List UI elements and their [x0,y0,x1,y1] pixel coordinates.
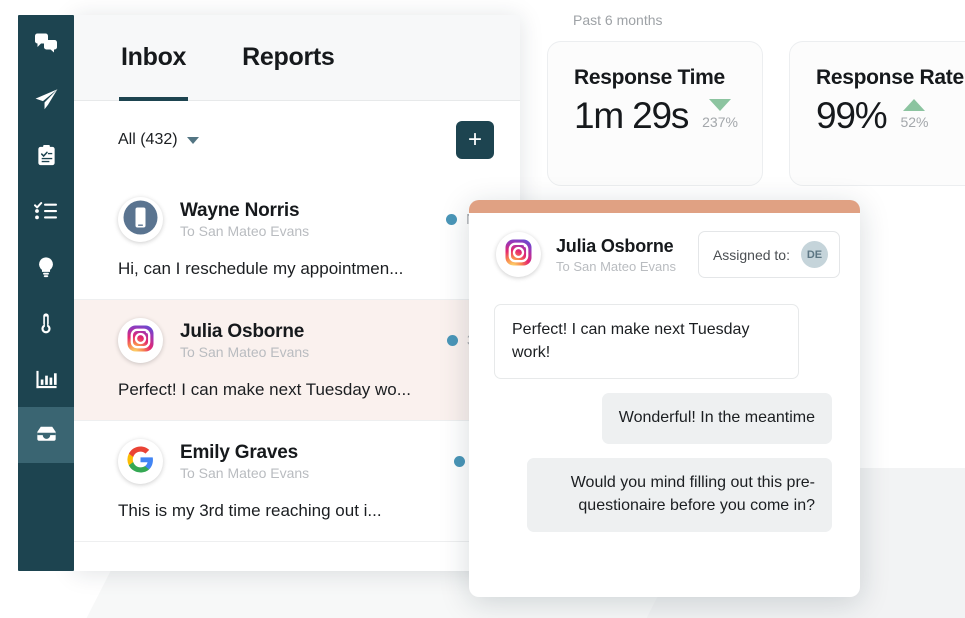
chat-message-incoming: Perfect! I can make next Tuesday work! [494,304,832,380]
stat-delta-text: 52% [900,113,929,130]
sidebar-item-messages[interactable] [18,15,74,71]
assigned-to-control[interactable]: Assigned to: DE [697,231,840,278]
trend-up-icon [903,98,926,111]
google-icon [118,439,163,484]
tab-reports[interactable]: Reports [242,15,335,101]
avatar [118,318,163,363]
sms-icon [118,197,163,242]
conversation-name: Emily Graves [180,441,299,463]
sidebar-item-inbox[interactable] [18,407,74,463]
main-sidebar [18,15,74,571]
conversation-name: Wayne Norris [180,199,300,221]
conversation-row-wayne-norris[interactable]: Wayne Norris To San Mateo Evans Now Hi, … [74,179,520,300]
clipboard-check-icon [35,144,58,167]
metrics-cards: Response Time 1m 29s 237% Response Rate … [547,41,965,186]
sidebar-item-send[interactable] [18,71,74,127]
conversation-row-julia-osborne[interactable]: Julia Osborne To San Mateo Evans 33m Per… [74,300,520,421]
paper-plane-icon [34,87,59,112]
tab-inbox-label: Inbox [121,43,187,71]
stat-row: 1m 29s 237% [574,95,740,137]
stat-card-response-rate: Response Rate 99% 52% [789,41,965,186]
inbox-filter-label: All (432) [118,131,178,148]
conversation-identity: Julia Osborne To San Mateo Evans [180,321,309,361]
stat-card-response-time: Response Time 1m 29s 237% [547,41,763,186]
metrics-period-label: Past 6 months [573,12,663,28]
avatar [496,232,541,277]
chat-bubbles-icon [34,31,58,55]
sidebar-item-analytics[interactable] [18,351,74,407]
instagram-icon [496,232,541,277]
conversation-preview: This is my 3rd time reaching out i... [118,501,382,520]
chat-contact-recipient: To San Mateo Evans [556,258,676,274]
chat-message-list: Perfect! I can make next Tuesday work! W… [469,278,860,532]
bar-chart-icon [35,368,58,391]
chat-message-outgoing: Would you mind filling out this pre-ques… [494,458,832,532]
conversation-recipient: To San Mateo Evans [180,223,310,240]
assignee-avatar: DE [801,241,828,268]
inbox-tabbar: Inbox Reports [74,15,520,101]
message-bubble: Would you mind filling out this pre-ques… [527,458,832,532]
message-bubble: Wonderful! In the meantime [601,393,832,445]
stat-title: Response Time [574,66,725,89]
stat-row: 99% 52% [816,95,965,137]
inbox-filterbar: All (432) + [74,101,520,179]
conversation-identity: Emily Graves To San Mateo Evans [180,442,309,482]
stat-delta: 237% [702,98,738,137]
lightbulb-icon [35,256,57,278]
conversation-name: Julia Osborne [180,320,305,342]
metrics-section: Past 6 months Response Time 1m 29s 237% … [547,12,965,186]
sidebar-item-forms[interactable] [18,127,74,183]
conversation-header: Julia Osborne To San Mateo Evans 33m [118,318,498,363]
tab-reports-label: Reports [242,43,335,71]
chat-detail-card: Julia Osborne To San Mateo Evans Assigne… [469,200,860,597]
chat-identity: Julia Osborne To San Mateo Evans [556,236,676,274]
instagram-icon [118,318,163,363]
sidebar-item-insights[interactable] [18,239,74,295]
inbox-panel: Inbox Reports All (432) + Wayne Norris T… [74,15,520,571]
avatar [118,439,163,484]
thermometer-icon [35,312,57,334]
stat-delta: 52% [900,98,929,137]
assigned-to-label: Assigned to: [712,246,790,263]
chat-accent-bar [469,200,860,213]
add-conversation-button[interactable]: + [456,121,494,159]
stat-title: Response Rate [816,66,964,89]
trend-down-icon [709,98,732,111]
plus-icon: + [467,126,482,153]
conversation-identity: Wayne Norris To San Mateo Evans [180,200,309,240]
chat-contact-name: Julia Osborne [556,235,674,256]
unread-indicator-dot [446,335,458,346]
conversation-recipient: To San Mateo Evans [180,465,310,482]
stat-value: 99% [816,95,888,136]
avatar [118,197,163,242]
stat-delta-text: 237% [702,113,738,130]
sidebar-item-tasks[interactable] [18,183,74,239]
chat-header: Julia Osborne To San Mateo Evans Assigne… [469,213,860,278]
checklist-icon [34,199,58,223]
conversation-preview: Hi, can I reschedule my appointmen... [118,259,404,278]
unread-indicator-dot [454,456,466,467]
chevron-down-icon [186,136,199,144]
sidebar-item-health[interactable] [18,295,74,351]
chat-message-outgoing: Wonderful! In the meantime [494,393,832,445]
message-bubble: Perfect! I can make next Tuesday work! [494,304,799,380]
inbox-tray-icon [34,423,59,448]
conversation-header: Wayne Norris To San Mateo Evans Now [118,197,498,242]
conversation-recipient: To San Mateo Evans [180,344,310,361]
conversation-header: Emily Graves To San Mateo Evans 1hr [118,439,498,484]
unread-indicator-dot [445,214,457,225]
inbox-filter-dropdown[interactable]: All (432) [118,131,199,149]
conversation-row-emily-graves[interactable]: Emily Graves To San Mateo Evans 1hr This… [74,421,520,542]
conversation-preview: Perfect! I can make next Tuesday wo... [118,380,411,399]
tab-inbox[interactable]: Inbox [118,15,189,101]
stat-value: 1m 29s [574,95,689,136]
